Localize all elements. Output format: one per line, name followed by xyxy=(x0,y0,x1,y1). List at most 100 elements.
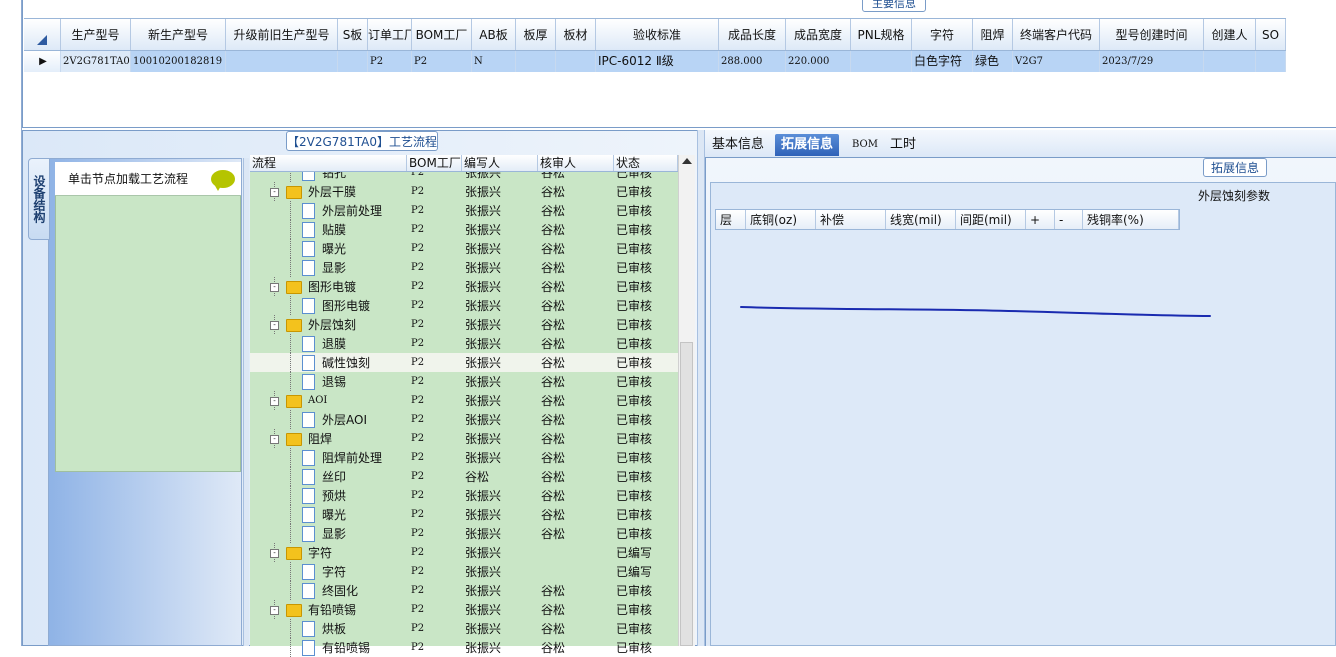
grid-cell[interactable]: P2 xyxy=(412,51,472,72)
tree-column-header[interactable]: 编写人 xyxy=(462,155,538,171)
etch-column-header[interactable]: 补偿 xyxy=(816,210,886,229)
tree-row[interactable]: 退锡 P2 张振兴 谷松 已审核 xyxy=(250,372,678,391)
tree-collapse-icon[interactable]: - xyxy=(270,283,279,292)
tree-row[interactable]: - 外层干膜 P2 张振兴 谷松 已审核 xyxy=(250,182,678,201)
tree-row[interactable]: 显影 P2 张振兴 谷松 已审核 xyxy=(250,524,678,543)
column-header[interactable]: AB板 xyxy=(472,19,516,50)
tree-collapse-icon[interactable]: - xyxy=(270,435,279,444)
column-header[interactable]: 订单工厂 xyxy=(368,19,412,50)
tree-collapse-icon[interactable]: - xyxy=(270,188,279,197)
etch-column-header[interactable]: 底铜(oz) xyxy=(746,210,816,229)
grid-cell[interactable]: 288.000 xyxy=(719,51,786,72)
tab-3[interactable]: 工时 xyxy=(884,134,922,156)
column-header[interactable]: S板 xyxy=(338,19,368,50)
tree-column-header[interactable]: 状态 xyxy=(614,155,678,171)
grid-cell[interactable]: 220.000 xyxy=(786,51,851,72)
grid-cell[interactable]: P2 xyxy=(368,51,412,72)
tree-row[interactable]: 退膜 P2 张振兴 谷松 已审核 xyxy=(250,334,678,353)
column-header[interactable]: 字符 xyxy=(912,19,973,50)
column-header[interactable]: 升级前旧生产型号 xyxy=(226,19,338,50)
grid-cell[interactable] xyxy=(338,51,368,72)
tree-row[interactable]: - 有铅喷锡 P2 张振兴 谷松 已审核 xyxy=(250,600,678,619)
grid-cell[interactable]: 2023/7/29 xyxy=(1100,51,1204,72)
tree-column-header[interactable]: 核审人 xyxy=(538,155,614,171)
document-icon xyxy=(302,450,315,466)
tree-collapse-icon[interactable]: - xyxy=(270,549,279,558)
tree-collapse-icon[interactable]: - xyxy=(270,397,279,406)
tree-row[interactable]: 阻焊前处理 P2 张振兴 谷松 已审核 xyxy=(250,448,678,467)
tree-row[interactable]: 字符 P2 张振兴 已编写 xyxy=(250,562,678,581)
tree-column-header[interactable]: BOM工厂 xyxy=(407,155,462,171)
tree-row[interactable]: 曝光 P2 张振兴 谷松 已审核 xyxy=(250,239,678,258)
tree-collapse-icon[interactable]: - xyxy=(270,321,279,330)
column-header[interactable]: 生产型号 xyxy=(61,19,131,50)
tree-row[interactable]: 丝印 P2 谷松 谷松 已审核 xyxy=(250,467,678,486)
grid-cell[interactable] xyxy=(1256,51,1286,72)
left-splitter[interactable] xyxy=(243,158,249,646)
column-header[interactable]: BOM工厂 xyxy=(412,19,472,50)
folder-icon xyxy=(286,281,302,294)
etch-column-header[interactable]: 层 xyxy=(716,210,746,229)
tree-column-header[interactable]: 流程 xyxy=(250,155,407,171)
tree-row[interactable]: - 字符 P2 张振兴 已编写 xyxy=(250,543,678,562)
column-header[interactable]: 阻焊 xyxy=(973,19,1013,50)
tab-2[interactable]: BOM xyxy=(846,134,884,156)
grid-cell[interactable]: 2V2G781TA0 xyxy=(61,51,131,72)
grid-cell[interactable] xyxy=(516,51,556,72)
etch-column-header[interactable]: - xyxy=(1055,210,1083,229)
folder-icon xyxy=(286,186,302,199)
tree-row[interactable]: 有铅喷锡 P2 张振兴 谷松 已审核 xyxy=(250,638,678,657)
tree-row[interactable]: 图形电镀 P2 张振兴 谷松 已审核 xyxy=(250,296,678,315)
grid-cell[interactable]: 白色字符 xyxy=(912,51,973,72)
grid-cell[interactable] xyxy=(1204,51,1256,72)
grid-cell[interactable] xyxy=(851,51,912,72)
tree-cell-bom: P2 xyxy=(411,471,425,482)
scroll-up-arrow-icon[interactable] xyxy=(682,158,692,164)
tree-row[interactable]: 终固化 P2 张振兴 谷松 已审核 xyxy=(250,581,678,600)
grid-cell[interactable]: 绿色 xyxy=(973,51,1013,72)
column-header[interactable]: 板厚 xyxy=(516,19,556,50)
etch-column-header[interactable]: 间距(mil) xyxy=(956,210,1026,229)
grid-cell[interactable]: IPC-6012 Ⅱ级 xyxy=(596,51,719,72)
column-header[interactable]: 创建人 xyxy=(1204,19,1256,50)
tree-row[interactable]: 烘板 P2 张振兴 谷松 已审核 xyxy=(250,619,678,638)
etch-column-header[interactable]: 残铜率(%) xyxy=(1083,210,1179,229)
device-structure-tab[interactable]: 设备结构 xyxy=(28,158,50,240)
column-header[interactable]: PNL规格 xyxy=(851,19,912,50)
column-header[interactable]: 验收标准 xyxy=(596,19,719,50)
grid-cell[interactable] xyxy=(226,51,338,72)
grid-cell[interactable]: V2G7 xyxy=(1013,51,1100,72)
tree-collapse-icon[interactable]: - xyxy=(270,606,279,615)
tree-scroll-thumb[interactable] xyxy=(680,342,693,646)
tree-row[interactable]: 显影 P2 张振兴 谷松 已审核 xyxy=(250,258,678,277)
column-header[interactable]: SO xyxy=(1256,19,1286,50)
tree-row[interactable]: - 图形电镀 P2 张振兴 谷松 已审核 xyxy=(250,277,678,296)
main-grid-row[interactable]: ▶ 2V2G781TA0 10010200182819 P2 P2 N IPC-6012 Ⅱ… xyxy=(24,51,1286,72)
tree-row[interactable]: - 外层蚀刻 P2 张振兴 谷松 已审核 xyxy=(250,315,678,334)
etch-column-header[interactable]: 线宽(mil) xyxy=(886,210,956,229)
grid-cell[interactable]: N xyxy=(472,51,516,72)
tree-row[interactable]: - AOI P2 张振兴 谷松 已审核 xyxy=(250,391,678,410)
column-header[interactable]: 型号创建时间 xyxy=(1100,19,1204,50)
column-header[interactable]: 成品宽度 xyxy=(786,19,851,50)
column-header[interactable]: 成品长度 xyxy=(719,19,786,50)
tree-row[interactable]: 曝光 P2 张振兴 谷松 已审核 xyxy=(250,505,678,524)
column-header[interactable]: 终端客户代码 xyxy=(1013,19,1100,50)
tree-row[interactable]: 外层前处理 P2 张振兴 谷松 已审核 xyxy=(250,201,678,220)
grid-corner[interactable] xyxy=(24,19,61,50)
document-icon xyxy=(302,298,315,314)
column-header[interactable]: 板材 xyxy=(556,19,596,50)
tree-row[interactable]: 贴膜 P2 张振兴 谷松 已审核 xyxy=(250,220,678,239)
tree-row[interactable]: 碱性蚀刻 P2 张振兴 谷松 已审核 xyxy=(250,353,678,372)
tree-row[interactable]: - 阻焊 P2 张振兴 谷松 已审核 xyxy=(250,429,678,448)
etch-column-header[interactable]: + xyxy=(1026,210,1055,229)
grid-cell[interactable] xyxy=(556,51,596,72)
grid-cell[interactable]: 10010200182819 xyxy=(131,51,226,72)
tree-row[interactable]: 预烘 P2 张振兴 谷松 已审核 xyxy=(250,486,678,505)
tab-0[interactable]: 基本信息 xyxy=(706,134,770,156)
tree-cell-bom: P2 xyxy=(411,566,425,577)
middle-splitter[interactable] xyxy=(697,130,705,646)
tree-row[interactable]: 外层AOI P2 张振兴 谷松 已审核 xyxy=(250,410,678,429)
tab-1[interactable]: 拓展信息 xyxy=(775,134,840,156)
column-header[interactable]: 新生产型号 xyxy=(131,19,226,50)
